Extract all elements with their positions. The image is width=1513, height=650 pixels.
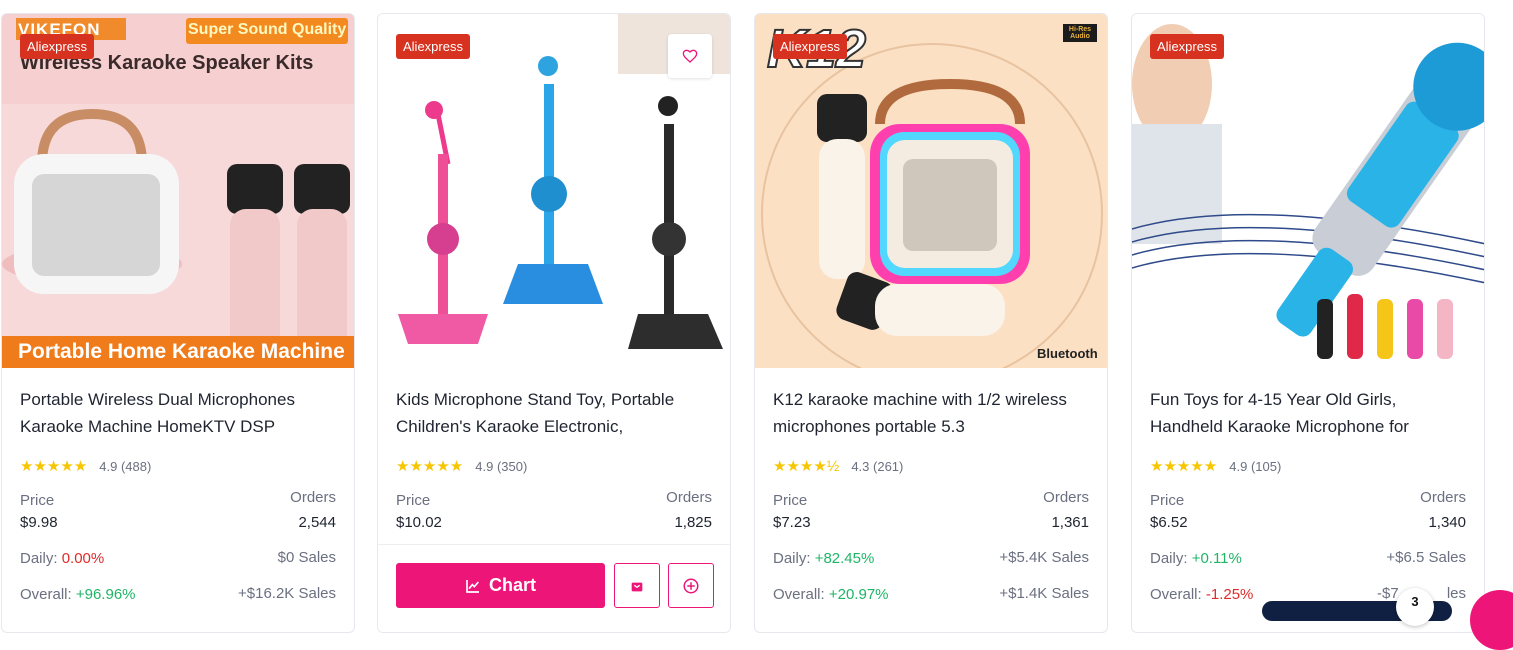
product-title[interactable]: Fun Toys for 4-15 Year Old Girls, Handhe… bbox=[1150, 386, 1470, 440]
notification-count-badge[interactable]: 3 bbox=[1396, 588, 1434, 626]
daily-stat: Daily: +82.45% bbox=[773, 550, 875, 567]
orders-value: 1,361 bbox=[1051, 514, 1089, 531]
overall-stat: Overall: +96.96% bbox=[20, 586, 136, 603]
source-badge: Aliexpress bbox=[396, 34, 470, 59]
daily-stat: Daily: +0.11% bbox=[1150, 550, 1242, 567]
image-bt-text: Bluetooth bbox=[1037, 346, 1098, 361]
chart-button[interactable]: Chart bbox=[396, 563, 605, 608]
price-value: $6.52 bbox=[1150, 514, 1188, 531]
overall-stat: Overall: -1.25% bbox=[1150, 586, 1254, 603]
image-bottom-text: Portable Home Karaoke Machine bbox=[18, 340, 345, 363]
price-value: $7.23 bbox=[773, 514, 811, 531]
rating: ★★★★★ 4.9 (350) bbox=[396, 458, 528, 475]
overall-sales: +$16.2K Sales bbox=[238, 585, 336, 602]
product-image[interactable]: VIKEFON Super Sound Quality Wireless Kar… bbox=[2, 14, 354, 368]
image-top-text: Super Sound Quality bbox=[188, 21, 347, 38]
daily-sales: +$5.4K Sales bbox=[999, 549, 1089, 566]
price-value: $10.02 bbox=[396, 514, 442, 531]
chart-button-label: Chart bbox=[488, 575, 536, 595]
rating-value: 4.9 (105) bbox=[1229, 458, 1282, 474]
product-title[interactable]: Kids Microphone Stand Toy, Portable Chil… bbox=[396, 386, 716, 440]
product-title[interactable]: K12 karaoke machine with 1/2 wireless mi… bbox=[773, 386, 1093, 440]
source-badge: Aliexpress bbox=[773, 34, 847, 59]
price-label: Price bbox=[1150, 492, 1185, 509]
product-card[interactable]: VIKEFON Super Sound Quality Wireless Kar… bbox=[1, 13, 355, 633]
star-icons: ★★★★½ bbox=[773, 458, 840, 475]
product-card[interactable]: K12 Hi-Res Audio Bluetooth Aliexpress K1… bbox=[754, 13, 1108, 633]
rating-value: 4.9 (350) bbox=[475, 458, 528, 474]
store-button[interactable] bbox=[614, 563, 660, 608]
product-title[interactable]: Portable Wireless Dual Microphones Karao… bbox=[20, 386, 340, 440]
product-card[interactable]: Aliexpress Fun Toys for 4-15 Year Old Gi… bbox=[1131, 13, 1485, 633]
overall-sales: -$7 bbox=[1377, 585, 1399, 602]
product-image[interactable] bbox=[1132, 14, 1484, 368]
favorite-button[interactable] bbox=[668, 34, 712, 78]
product-grid: VIKEFON Super Sound Quality Wireless Kar… bbox=[0, 13, 1513, 633]
overall-stat: Overall: +20.97% bbox=[773, 586, 889, 603]
orders-value: 1,825 bbox=[674, 514, 712, 531]
bag-icon bbox=[631, 582, 643, 591]
rating-value: 4.9 (488) bbox=[99, 458, 152, 474]
product-image[interactable]: K12 Hi-Res Audio Bluetooth bbox=[755, 14, 1107, 368]
orders-label: Orders bbox=[666, 489, 712, 506]
add-button[interactable] bbox=[668, 563, 714, 608]
source-badge: Aliexpress bbox=[20, 34, 94, 59]
rating: ★★★★★ 4.9 (105) bbox=[1150, 458, 1282, 475]
daily-sales: +$6.5 Sales bbox=[1386, 549, 1466, 566]
price-label: Price bbox=[20, 492, 55, 509]
image-hires-text: Hi-Res Audio bbox=[1063, 24, 1097, 42]
rating-value: 4.3 (261) bbox=[851, 458, 904, 474]
card-actions: Chart bbox=[378, 544, 730, 632]
star-icons: ★★★★★ bbox=[396, 458, 464, 475]
price-value: $9.98 bbox=[20, 514, 58, 531]
orders-value: 2,544 bbox=[298, 514, 336, 531]
daily-stat: Daily: 0.00% bbox=[20, 550, 105, 567]
rating: ★★★★½ 4.3 (261) bbox=[773, 458, 904, 475]
orders-label: Orders bbox=[1043, 489, 1089, 506]
plus-circle-icon bbox=[683, 578, 699, 593]
price-label: Price bbox=[396, 492, 431, 509]
chart-icon bbox=[466, 579, 479, 593]
overall-sales-tail: les bbox=[1446, 585, 1466, 602]
star-icons: ★★★★★ bbox=[1150, 458, 1218, 475]
heart-icon bbox=[682, 49, 698, 63]
star-icons: ★★★★★ bbox=[20, 458, 88, 475]
daily-sales: $0 Sales bbox=[277, 549, 336, 566]
overall-sales: +$1.4K Sales bbox=[999, 585, 1089, 602]
orders-label: Orders bbox=[1420, 489, 1466, 506]
product-card[interactable]: Aliexpress Kids Microphone Stand Toy, Po… bbox=[377, 13, 731, 633]
orders-label: Orders bbox=[290, 489, 336, 506]
source-badge: Aliexpress bbox=[1150, 34, 1224, 59]
rating: ★★★★★ 4.9 (488) bbox=[20, 458, 152, 475]
orders-value: 1,340 bbox=[1428, 514, 1466, 531]
price-label: Price bbox=[773, 492, 808, 509]
